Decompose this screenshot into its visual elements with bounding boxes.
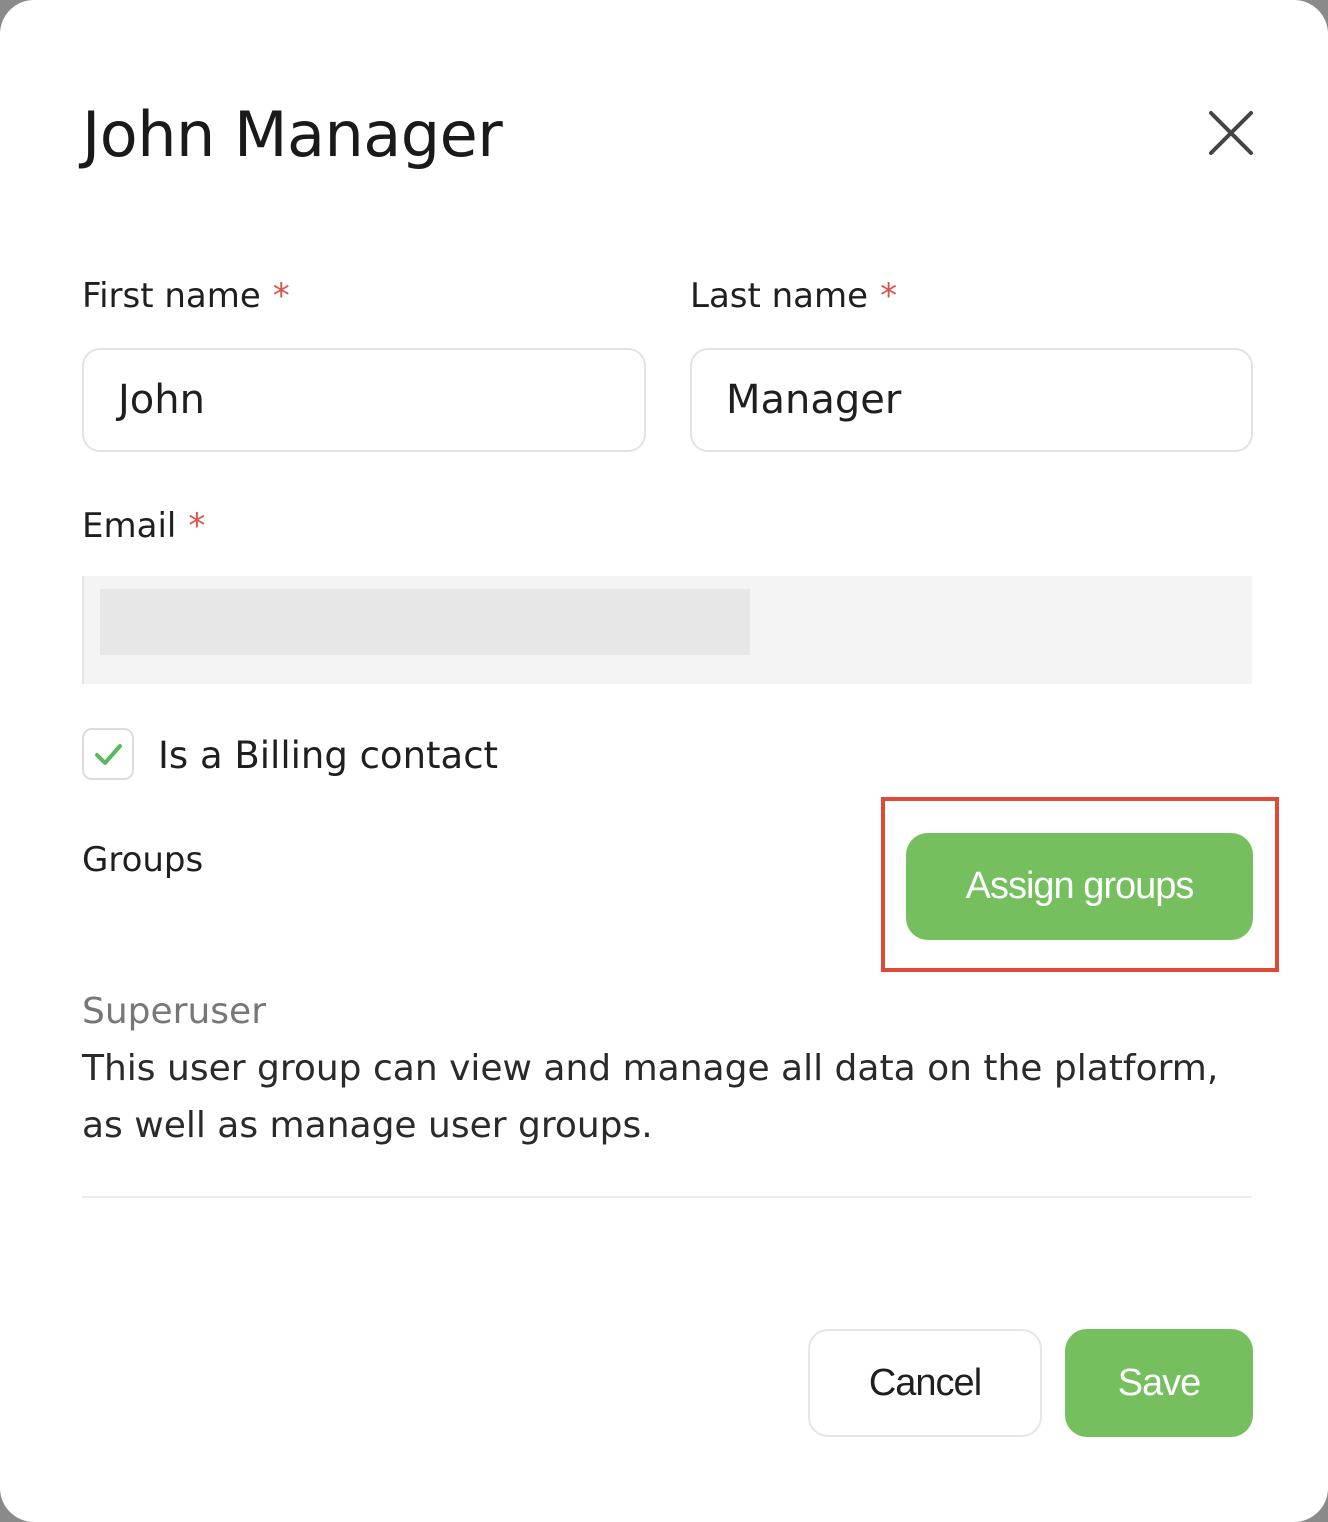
cancel-button[interactable]: Cancel	[808, 1329, 1042, 1437]
required-marker: *	[188, 506, 206, 546]
group-name: Superuser	[82, 991, 266, 1032]
email-redacted-value	[100, 589, 750, 655]
first-name-input[interactable]: John	[82, 348, 646, 452]
check-icon	[95, 744, 122, 765]
dialog-title: John Manager	[82, 98, 503, 171]
first-name-label-text: First name	[82, 276, 261, 316]
billing-contact-checkbox[interactable]	[82, 728, 134, 780]
assign-groups-button[interactable]: Assign groups	[906, 833, 1253, 940]
last-name-label: Last name *	[690, 276, 897, 316]
last-name-input[interactable]: Manager	[690, 348, 1253, 452]
billing-contact-label[interactable]: Is a Billing contact	[158, 734, 498, 778]
edit-user-dialog: John Manager First name * John Last name *…	[0, 0, 1328, 1522]
close-icon[interactable]	[1204, 106, 1258, 160]
groups-heading: Groups	[82, 840, 204, 880]
required-marker: *	[880, 276, 898, 316]
required-marker: *	[272, 276, 290, 316]
first-name-label: First name *	[82, 276, 290, 316]
email-label-text: Email	[82, 506, 177, 546]
last-name-label-text: Last name	[690, 276, 869, 316]
group-description: This user group can view and manage all …	[82, 1048, 1219, 1146]
email-input[interactable]	[82, 576, 1252, 684]
divider	[82, 1196, 1252, 1198]
email-label: Email *	[82, 506, 205, 546]
save-button[interactable]: Save	[1065, 1329, 1253, 1437]
